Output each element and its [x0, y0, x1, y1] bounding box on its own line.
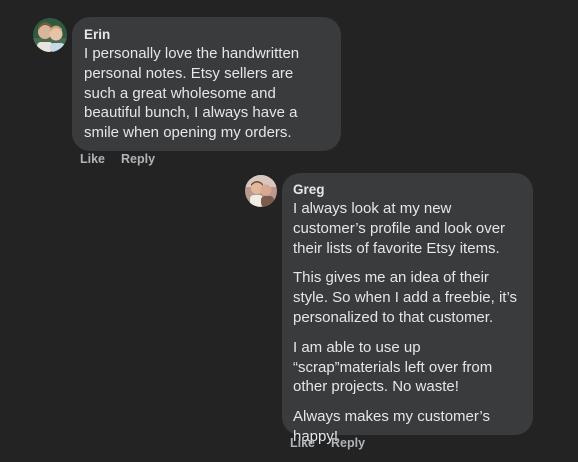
comment-actions: Like Reply	[290, 436, 365, 450]
comment-bubble-erin: Erin I personally love the handwritten p…	[72, 17, 341, 151]
profile-photo-icon	[245, 175, 277, 207]
like-button[interactable]: Like	[290, 436, 315, 450]
comment-author[interactable]: Erin	[84, 26, 329, 43]
comment-text: This gives me an idea of their style. So…	[293, 269, 518, 326]
avatar-greg[interactable]	[245, 175, 277, 207]
reply-button[interactable]: Reply	[331, 436, 365, 450]
comment-text: I always look at my new customer’s profi…	[293, 200, 506, 257]
reply-button[interactable]: Reply	[121, 152, 155, 166]
comment-text: I personally love the handwritten person…	[84, 45, 300, 142]
avatar-erin[interactable]	[33, 18, 67, 52]
comment-bubble-greg: Greg I always look at my new customer’s …	[282, 173, 533, 445]
comment-thread: Erin I personally love the handwritten p…	[0, 0, 578, 462]
like-button[interactable]: Like	[80, 152, 105, 166]
comment-author[interactable]: Greg	[293, 181, 521, 198]
profile-photo-icon	[33, 18, 67, 52]
comment-actions: Like Reply	[80, 152, 155, 166]
comment-text: I am able to use up “scrap”materials lef…	[293, 338, 493, 396]
